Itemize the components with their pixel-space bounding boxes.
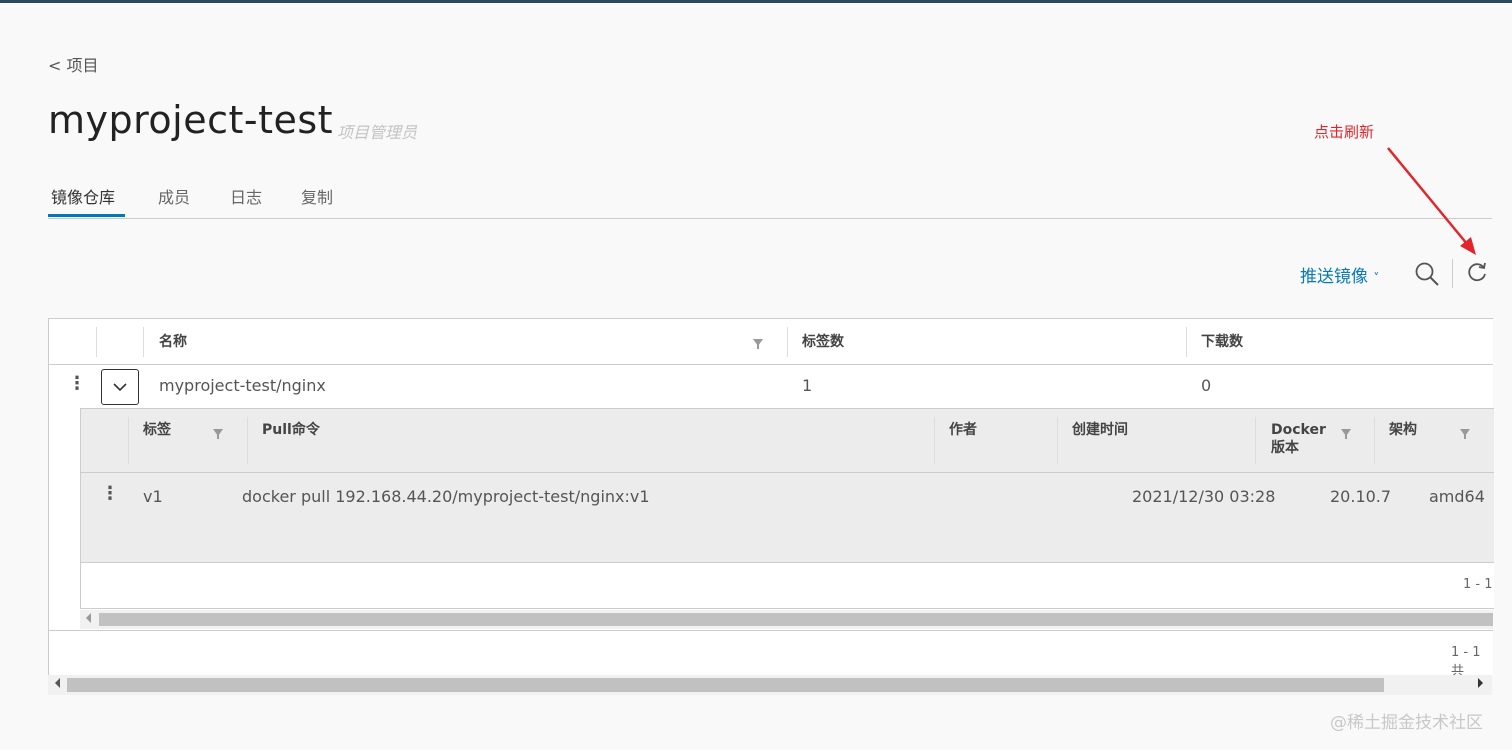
tab-repositories[interactable]: 镜像仓库 (51, 184, 115, 208)
back-to-projects-link[interactable]: < 项目 (48, 52, 99, 76)
filter-icon[interactable] (1341, 429, 1351, 439)
table-row[interactable]: ⋮ myproject-test/nginx 1 0 (49, 365, 1493, 407)
tag-created-time: 2021/12/30 03:28 (1132, 487, 1276, 506)
column-divider (128, 417, 129, 464)
pull-command[interactable]: docker pull 192.168.44.20/myproject-test… (242, 487, 650, 506)
repo-name[interactable]: myproject-test/nginx (159, 376, 326, 395)
search-icon[interactable] (1414, 261, 1440, 287)
docker-version-label-line1: Docker (1271, 422, 1326, 438)
column-header-arch[interactable]: 架构 (1389, 421, 1417, 439)
filter-icon[interactable] (753, 339, 763, 349)
tag-name: v1 (143, 487, 163, 506)
tab-replication[interactable]: 复制 (301, 184, 333, 208)
repo-table-footer: 1 - 1 共 (49, 630, 1493, 679)
scroll-left-icon[interactable] (86, 613, 91, 623)
watermark: @稀土掘金技术社区 (1330, 713, 1483, 733)
top-bar (0, 0, 1512, 3)
repo-table-header: 名称 标签数 下载数 (49, 319, 1493, 365)
refresh-icon[interactable] (1466, 262, 1488, 284)
column-header-name[interactable]: 名称 (159, 331, 187, 351)
column-divider (143, 327, 144, 357)
column-divider (247, 417, 248, 464)
docker-version-label-line2: 版本 (1271, 440, 1299, 456)
chevron-down-icon: ˅ (1373, 271, 1380, 285)
table-row[interactable]: ⋮ v1 docker pull 192.168.44.20/myproject… (81, 473, 1494, 563)
column-divider (1374, 417, 1375, 464)
push-image-label: 推送镜像 (1300, 267, 1368, 287)
column-header-author[interactable]: 作者 (949, 421, 977, 439)
chevron-down-icon (113, 383, 127, 392)
column-header-tag[interactable]: 标签 (143, 421, 171, 439)
toolbar-divider (1452, 259, 1453, 288)
page-title: myproject-test (48, 98, 334, 142)
row-actions-icon[interactable]: ⋮ (101, 483, 119, 504)
expand-row-button[interactable] (101, 369, 139, 405)
column-divider (1186, 327, 1187, 357)
column-header-docker-version[interactable]: Docker 版本 (1271, 421, 1326, 457)
scrollbar-thumb[interactable] (67, 678, 1384, 692)
annotation-arrow (1387, 147, 1476, 255)
repo-pagination-text: 1 - 1 共 (1451, 645, 1481, 679)
tab-members[interactable]: 成员 (158, 184, 190, 208)
tag-table-scrollbar[interactable] (80, 610, 1493, 629)
repository-datagrid: 名称 标签数 下载数 ⋮ myproject-test/nginx 1 0 标签… (48, 318, 1494, 679)
repo-table-scrollbar[interactable] (48, 675, 1492, 695)
tag-docker-version: 20.10.7 (1330, 487, 1392, 506)
scroll-right-icon[interactable] (1478, 678, 1483, 688)
row-actions-icon[interactable]: ⋮ (68, 373, 86, 394)
scroll-left-icon[interactable] (55, 678, 60, 688)
column-divider (1255, 417, 1256, 464)
column-divider (787, 327, 788, 357)
column-header-downloads[interactable]: 下载数 (1201, 331, 1243, 351)
column-header-created[interactable]: 创建时间 (1072, 421, 1128, 439)
tag-pagination-text: 1 - 1 (1463, 577, 1493, 592)
filter-icon[interactable] (213, 429, 223, 439)
column-divider (1057, 417, 1058, 464)
refresh-annotation: 点击刷新 (1314, 123, 1375, 141)
project-role: 项目管理员 (337, 123, 418, 142)
tab-logs[interactable]: 日志 (230, 184, 262, 208)
active-tab-indicator (48, 214, 125, 217)
column-header-pull-command[interactable]: Pull命令 (262, 421, 320, 439)
tag-table-footer: 1 - 1 (81, 563, 1494, 608)
tag-arch: amd64 (1429, 487, 1485, 506)
column-divider (934, 417, 935, 464)
scrollbar-thumb[interactable] (99, 613, 1493, 626)
column-divider (96, 327, 97, 357)
push-image-dropdown[interactable]: 推送镜像 ˅ (1300, 262, 1379, 287)
repo-downloads: 0 (1201, 376, 1212, 395)
filter-icon[interactable] (1460, 429, 1470, 439)
tab-bar: 镜像仓库 成员 日志 复制 (48, 180, 1492, 219)
repo-tags-count: 1 (802, 376, 813, 395)
tag-datagrid: 标签 Pull命令 作者 创建时间 Docker 版本 架构 ⋮ v1 dock… (80, 408, 1494, 609)
tag-table-header: 标签 Pull命令 作者 创建时间 Docker 版本 架构 (81, 409, 1494, 473)
column-header-tags-count[interactable]: 标签数 (802, 331, 844, 351)
